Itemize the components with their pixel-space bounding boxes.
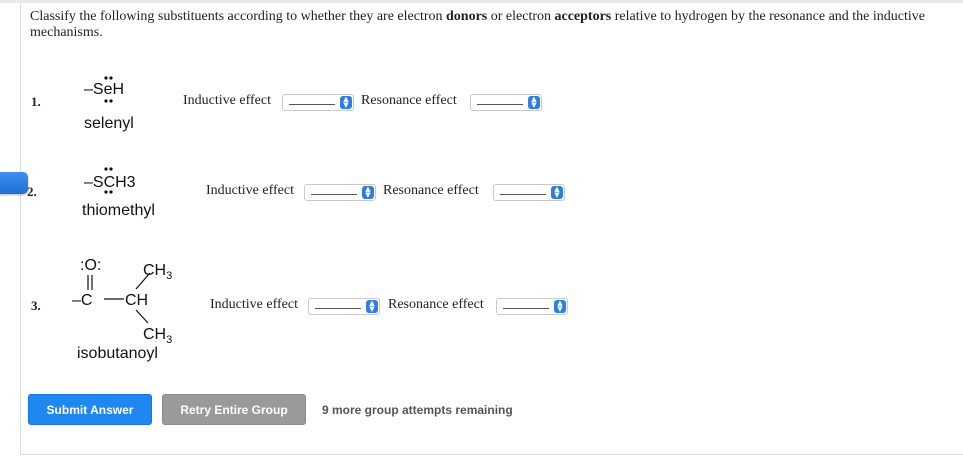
- select-placeholder: [477, 104, 523, 105]
- substituent-name: selenyl: [84, 115, 134, 132]
- question-panel: [20, 3, 963, 455]
- carbonyl-oxygen: :O:: [80, 257, 101, 274]
- instructions: Classify the following substituents acco…: [30, 9, 950, 41]
- question-number: 2.: [27, 184, 37, 199]
- thiomethyl-formula: –SCH3: [84, 174, 136, 191]
- resonance-effect-label: Resonance effect: [361, 93, 457, 108]
- attempts-remaining: 9 more group attempts remaining: [322, 403, 513, 417]
- updown-arrow-icon: ▲ ▼: [528, 96, 540, 109]
- substituent-name: thiomethyl: [82, 202, 155, 219]
- select-placeholder: [289, 104, 335, 105]
- select-placeholder: [500, 194, 546, 195]
- methine-carbon: CH: [125, 292, 148, 309]
- inductive-effect-select[interactable]: ▲ ▼: [304, 184, 376, 201]
- instructions-donors: donors: [446, 9, 488, 24]
- inductive-effect-label: Inductive effect: [183, 93, 271, 108]
- resonance-effect-select[interactable]: ▲ ▼: [493, 184, 565, 201]
- methyl-top: CH3: [143, 262, 172, 282]
- isobutanoyl-structure: :O: –C CH CH3 CH3: [72, 257, 172, 346]
- resonance-effect-select[interactable]: ▲ ▼: [470, 94, 542, 111]
- select-placeholder: [315, 308, 361, 309]
- instructions-text: Classify the following substituents acco…: [30, 9, 447, 24]
- inductive-effect-label: Inductive effect: [206, 183, 294, 198]
- instructions-text: or electron: [487, 9, 555, 24]
- carbonyl-carbon: –C: [72, 292, 92, 309]
- question-number: 3.: [31, 298, 41, 313]
- resonance-effect-label: Resonance effect: [383, 183, 479, 198]
- instructions-acceptors: acceptors: [554, 9, 612, 24]
- methyl-bottom: CH3: [143, 326, 172, 346]
- selenyl-formula: –SeH: [84, 81, 125, 98]
- updown-arrow-icon: ▲ ▼: [340, 96, 352, 109]
- updown-arrow-icon: ▲ ▼: [366, 300, 378, 313]
- select-placeholder: [311, 194, 357, 195]
- current-question-marker[interactable]: [0, 172, 28, 194]
- updown-arrow-icon: ▲ ▼: [554, 300, 566, 313]
- select-placeholder: [503, 308, 549, 309]
- inductive-effect-select[interactable]: ▲ ▼: [282, 94, 354, 111]
- retry-entire-group-button[interactable]: Retry Entire Group: [162, 394, 306, 425]
- resonance-effect-select[interactable]: ▲ ▼: [496, 298, 568, 315]
- resonance-effect-label: Resonance effect: [388, 297, 484, 312]
- inductive-effect-select[interactable]: ▲ ▼: [308, 298, 380, 315]
- updown-arrow-icon: ▲ ▼: [362, 186, 374, 199]
- substituent-name: isobutanoyl: [77, 345, 158, 362]
- updown-arrow-icon: ▲ ▼: [551, 186, 563, 199]
- submit-answer-button[interactable]: Submit Answer: [28, 394, 152, 425]
- question-number: 1.: [31, 94, 41, 109]
- inductive-effect-label: Inductive effect: [210, 297, 298, 312]
